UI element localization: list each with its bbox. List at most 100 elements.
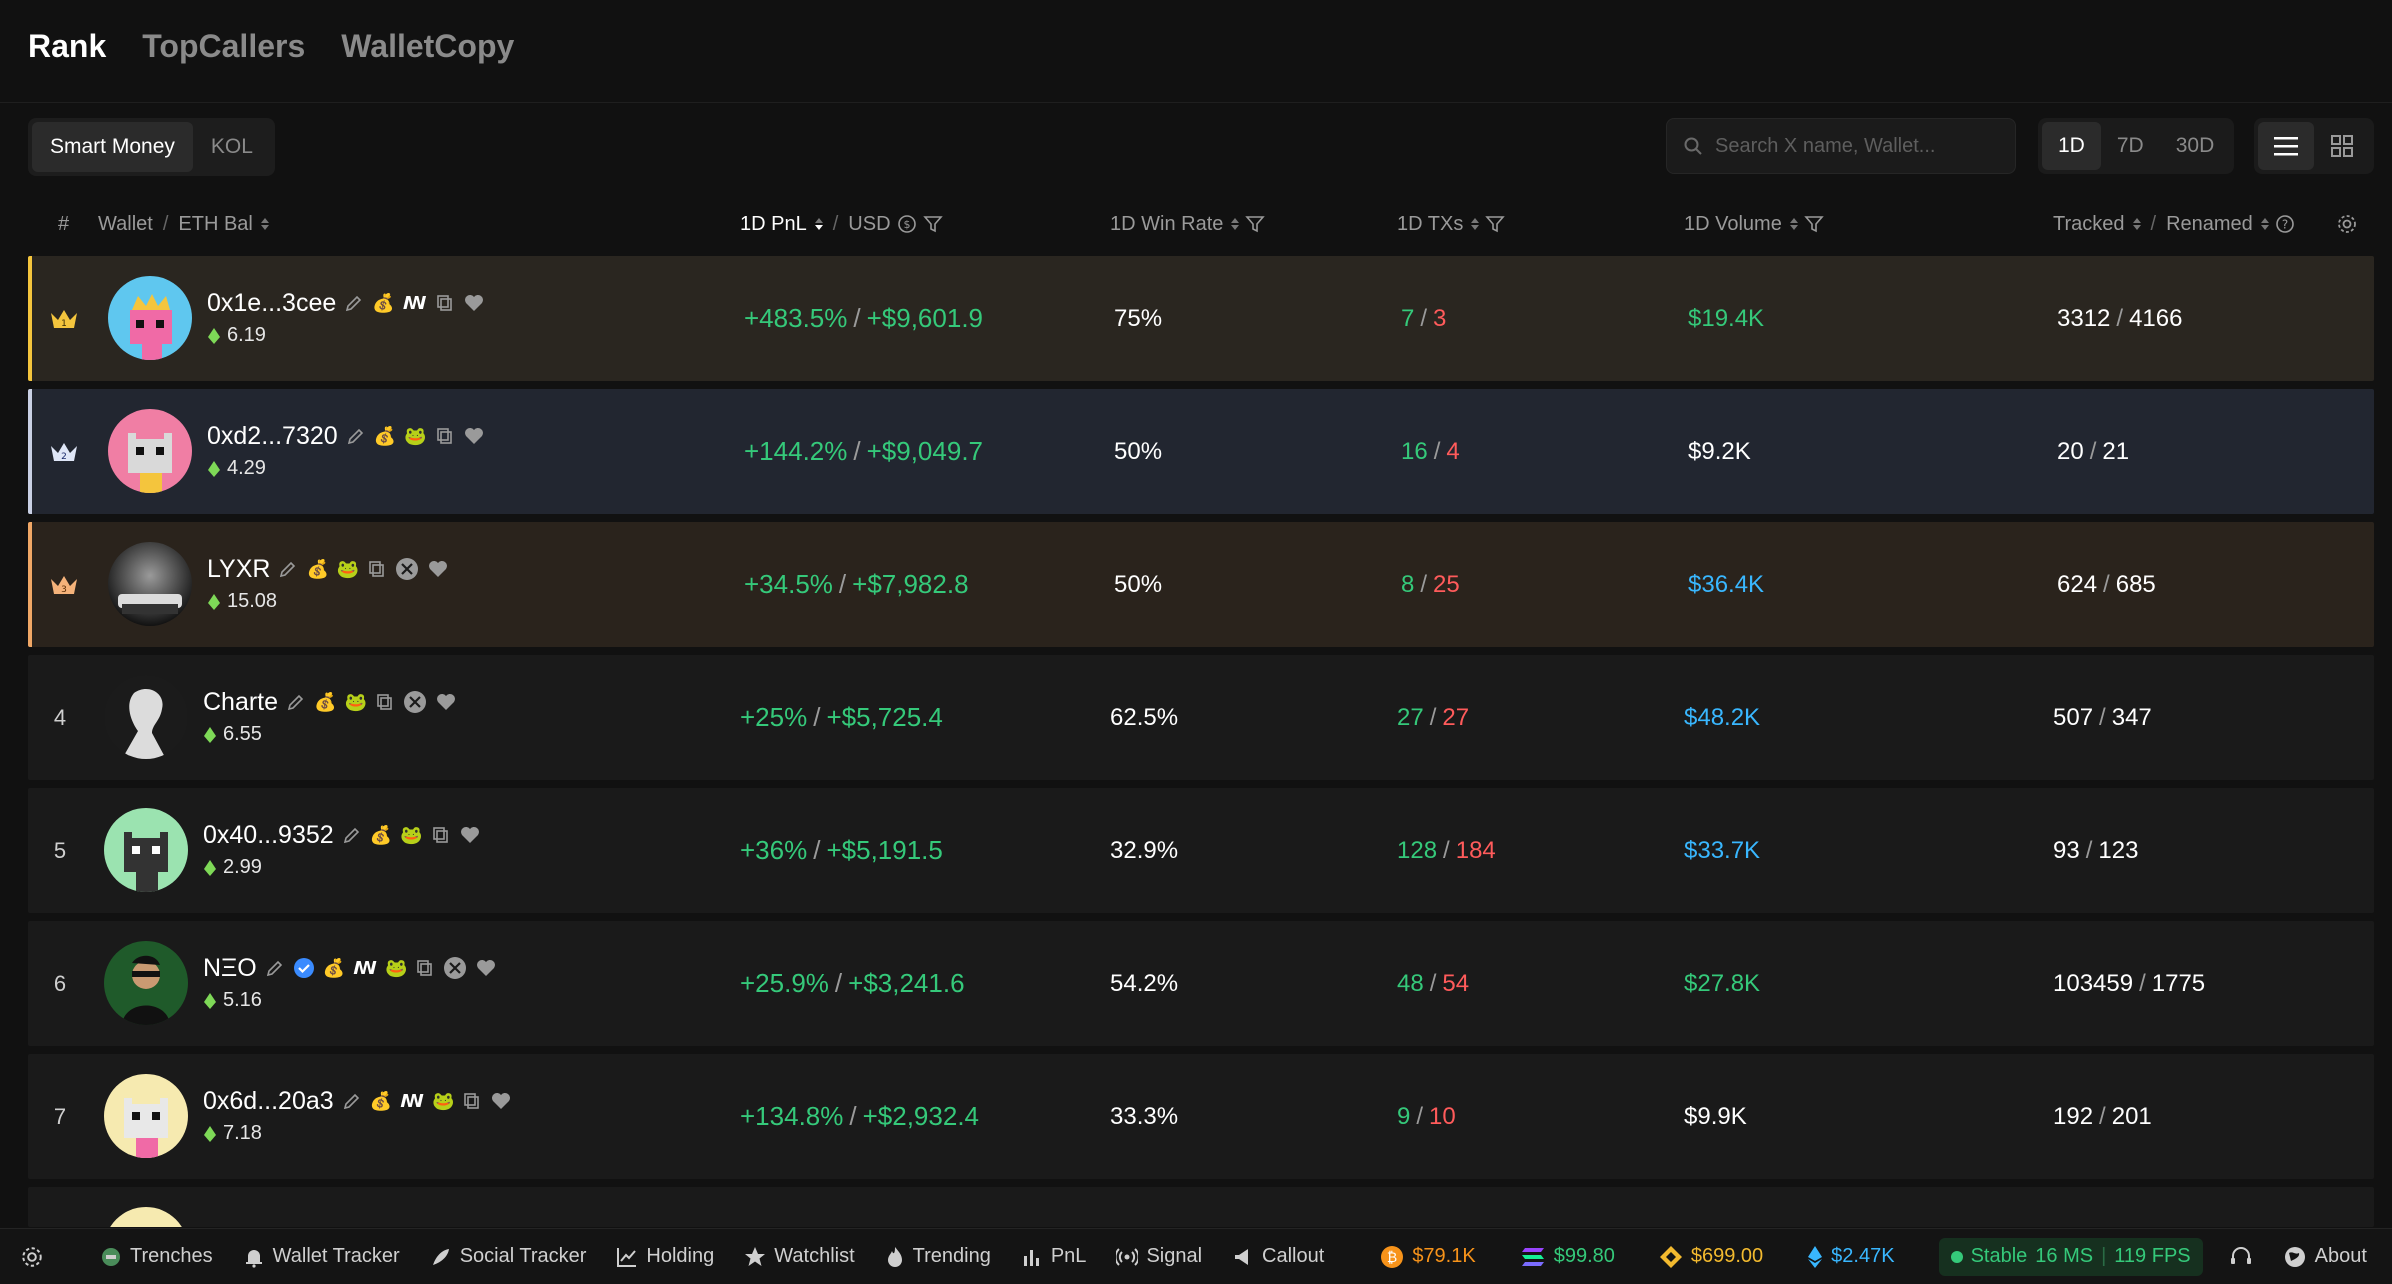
about-button[interactable]: About	[2283, 1245, 2367, 1269]
table-row[interactable]: 7 0x6d...20a3 💰 ꟿ 🐸 7.18 +134.8% / +$2,932…	[28, 1054, 2374, 1179]
table-row[interactable]: 4 Charte 💰 🐸 6.55 +25% / +$5,725.4 62.5% 2…	[28, 655, 2374, 780]
pnl-value: +144.2% / +$9,049.7	[744, 436, 983, 466]
table-row[interactable]: 3 LYXR 💰 🐸 15.08 +34.5% / +$7,982.8 50% 8/…	[28, 522, 2374, 647]
nav-watchlist[interactable]: Watchlist	[744, 1245, 855, 1268]
sort-icon[interactable]	[1231, 218, 1240, 230]
copy-icon[interactable]	[375, 692, 395, 712]
x-twitter-icon[interactable]	[443, 956, 467, 980]
nav-signal[interactable]: Signal	[1116, 1245, 1202, 1268]
grid-view-button[interactable]	[2314, 122, 2370, 170]
heart-icon[interactable]	[463, 293, 485, 313]
filter-icon[interactable]	[922, 214, 943, 234]
wallet-name[interactable]: 0x6d...20a3	[203, 1087, 334, 1116]
copy-icon[interactable]	[415, 958, 435, 978]
edit-icon[interactable]	[342, 825, 362, 845]
kol-button[interactable]: KOL	[193, 122, 271, 172]
sort-icon[interactable]	[1789, 218, 1798, 230]
wallet-name[interactable]: 0x40...9352	[203, 821, 334, 850]
avatar[interactable]	[104, 1074, 188, 1158]
edit-icon[interactable]	[342, 1091, 362, 1111]
tracked-renamed: 103459/1775	[2053, 969, 2206, 997]
sort-icon[interactable]	[1471, 218, 1480, 230]
filter-icon[interactable]	[1804, 214, 1824, 234]
wallet-name[interactable]: 0x1e...3cee	[207, 289, 336, 318]
table-row[interactable]: 5 0x40...9352 💰 🐸 2.99 +36% / +$5,191.5 32…	[28, 788, 2374, 913]
wallet-name[interactable]: NΞO	[203, 954, 257, 983]
wallet-info: 0x40...9352 💰 🐸 2.99	[203, 818, 481, 879]
nav-wallet-tracker[interactable]: Wallet Tracker	[243, 1245, 400, 1268]
col-renamed-label[interactable]: Renamed	[2166, 213, 2253, 236]
nav-trending[interactable]: Trending	[885, 1245, 991, 1268]
nav-pnl[interactable]: PnL	[1021, 1245, 1086, 1268]
sort-icon[interactable]	[814, 218, 823, 230]
x-twitter-icon[interactable]	[395, 557, 419, 581]
tab-walletcopy[interactable]: WalletCopy	[341, 28, 514, 65]
smart-money-button[interactable]: Smart Money	[32, 122, 193, 172]
edit-icon[interactable]	[265, 958, 285, 978]
table-row[interactable]: 6 NΞO 💰 ꟿ 🐸 5.16 +25.9% / +$3,241.6 54.2%	[28, 921, 2374, 1046]
col-win-rate-label[interactable]: 1D Win Rate	[1110, 213, 1223, 236]
tx-count: 7/3	[1401, 304, 1447, 332]
table-row[interactable]: 2 0xd2...7320 💰 🐸 4.29 +144.2% / +$9,049.7…	[28, 389, 2374, 514]
wallet-name[interactable]: Charte	[203, 688, 278, 717]
wallet-name[interactable]: 0xd2...7320	[207, 422, 338, 451]
col-pnl-label[interactable]: 1D PnL	[740, 213, 807, 236]
filter-icon[interactable]	[1485, 214, 1506, 234]
copy-icon[interactable]	[462, 1091, 482, 1111]
settings-button[interactable]	[20, 1245, 44, 1269]
rank-badge-gold: 1	[44, 256, 84, 381]
avatar[interactable]	[104, 808, 188, 892]
col-txs-label[interactable]: 1D TXs	[1397, 213, 1463, 236]
avatar[interactable]	[108, 409, 192, 493]
avatar[interactable]	[108, 542, 192, 626]
win-rate: 50%	[1114, 570, 1163, 598]
heart-icon[interactable]	[459, 825, 481, 845]
copy-icon[interactable]	[367, 559, 387, 579]
copy-icon[interactable]	[435, 293, 455, 313]
wallet-info: 0xd2...7320 💰 🐸 4.29	[207, 419, 485, 480]
currency-icon[interactable]: $	[897, 214, 917, 234]
x-twitter-icon[interactable]	[403, 690, 427, 714]
eth-balance-icon	[207, 593, 221, 611]
edit-icon[interactable]	[346, 426, 366, 446]
tab-rank[interactable]: Rank	[28, 28, 106, 65]
period-30d-button[interactable]: 30D	[2160, 122, 2231, 170]
sort-icon[interactable]	[260, 218, 269, 230]
avatar[interactable]	[104, 941, 188, 1025]
heart-icon[interactable]	[435, 692, 457, 712]
edit-icon[interactable]	[286, 692, 306, 712]
heart-icon[interactable]	[427, 559, 449, 579]
search-input[interactable]	[1715, 134, 1995, 158]
nav-holding[interactable]: Holding	[616, 1245, 714, 1268]
period-1d-button[interactable]: 1D	[2042, 122, 2101, 170]
filter-icon[interactable]	[1245, 214, 1266, 234]
support-button[interactable]	[2229, 1245, 2253, 1269]
nav-social-tracker[interactable]: Social Tracker	[430, 1245, 586, 1268]
period-7d-button[interactable]: 7D	[2101, 122, 2160, 170]
table-settings-button[interactable]	[2336, 198, 2358, 250]
avatar[interactable]	[104, 1207, 188, 1227]
wallet-name[interactable]: LYXR	[207, 555, 270, 584]
sort-icon[interactable]	[2132, 218, 2141, 230]
table-row[interactable]	[28, 1187, 2374, 1227]
col-tracked-label[interactable]: Tracked	[2053, 213, 2125, 236]
tab-topcallers[interactable]: TopCallers	[142, 28, 305, 65]
col-eth-bal-label[interactable]: ETH Bal	[178, 213, 252, 236]
nav-callout[interactable]: Callout	[1232, 1245, 1324, 1268]
edit-icon[interactable]	[278, 559, 298, 579]
table-row[interactable]: 1 0x1e...3cee 💰 ꟿ 6.19 +483.5% / +$9,601.9…	[28, 256, 2374, 381]
col-usd-label[interactable]: USD	[848, 213, 890, 236]
heart-icon[interactable]	[475, 958, 497, 978]
copy-icon[interactable]	[431, 825, 451, 845]
col-volume-label[interactable]: 1D Volume	[1684, 213, 1782, 236]
avatar[interactable]	[108, 276, 192, 360]
help-icon[interactable]: ?	[2275, 214, 2295, 234]
copy-icon[interactable]	[435, 426, 455, 446]
heart-icon[interactable]	[490, 1091, 512, 1111]
avatar[interactable]	[104, 675, 188, 759]
sort-icon[interactable]	[2260, 218, 2269, 230]
edit-icon[interactable]	[344, 293, 364, 313]
list-view-button[interactable]	[2258, 122, 2314, 170]
nav-trenches[interactable]: Trenches	[100, 1245, 213, 1268]
heart-icon[interactable]	[463, 426, 485, 446]
